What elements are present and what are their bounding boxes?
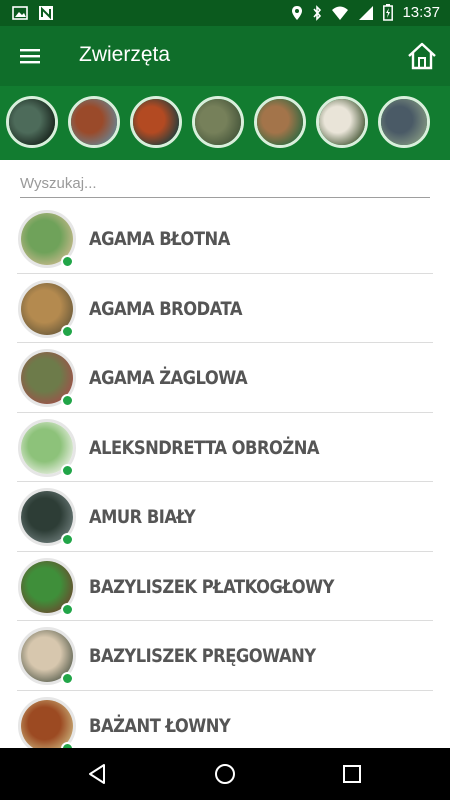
animal-name: BAZYLISZEK PRĘGOWANY [89,645,316,667]
animal-list-item[interactable]: AMUR BIAŁY [17,482,433,552]
system-nav-bar [0,748,450,800]
page-title: Zwierzęta [79,43,171,66]
wifi-icon [332,6,349,20]
featured-animal-7[interactable] [378,96,430,148]
featured-animals-strip [0,86,450,160]
featured-animal-3[interactable] [130,96,182,148]
animal-photo [71,99,117,145]
n-icon [39,6,53,20]
search-bar [20,170,430,198]
animal-list-item[interactable]: BAZYLISZEK PRĘGOWANY [17,621,433,691]
animal-photo [381,99,427,145]
animal-name: AGAMA BŁOTNA [89,228,230,250]
home-icon[interactable] [406,40,438,72]
back-icon[interactable] [86,762,110,786]
animal-name: AGAMA BRODATA [89,297,243,320]
status-dot [61,394,74,407]
image-icon [12,6,28,20]
menu-icon[interactable] [16,44,44,68]
location-icon [292,5,303,20]
search-input[interactable] [20,170,430,196]
animal-list-item[interactable]: AGAMA BRODATA [17,274,433,343]
featured-animal-5[interactable] [254,96,306,148]
animal-photo [133,99,179,145]
signal-icon [359,5,374,20]
status-dot [61,533,74,546]
featured-animal-2[interactable] [68,96,120,148]
animal-photo [195,99,241,145]
featured-animal-6[interactable] [316,96,368,148]
status-bar: 13:37 [0,0,450,26]
animal-name: BAZYLISZEK PŁATKOGŁOWY [89,575,334,598]
status-dot [61,602,74,616]
animal-list-item[interactable]: AGAMA BŁOTNA [17,204,433,274]
status-time: 13:37 [402,4,440,21]
status-dot [61,672,74,685]
recents-icon[interactable] [340,762,364,786]
animal-name: BAŻANT ŁOWNY [89,714,231,737]
animal-name: AMUR BIAŁY [89,506,196,528]
animal-name: ALEKSNDRETTA OBROŻNA [89,436,320,459]
status-dot [61,255,74,268]
app-bar: Zwierzęta [0,26,450,86]
animal-photo [319,99,365,145]
animal-list: AGAMA BŁOTNA AGAMA BRODATA AGAMA ŻAGLOWA AL… [0,204,450,760]
featured-animal-4[interactable] [192,96,244,148]
animal-list-item[interactable]: ALEKSNDRETTA OBROŻNA [17,413,433,482]
status-dot [61,324,74,338]
home-circle-icon[interactable] [213,762,237,786]
battery-icon [383,4,394,21]
featured-animal-1[interactable] [6,96,58,148]
animal-name: AGAMA ŻAGLOWA [89,367,248,389]
animal-photo [257,99,303,145]
animal-list-item[interactable]: BAZYLISZEK PŁATKOGŁOWY [17,552,433,621]
animal-list-item[interactable]: AGAMA ŻAGLOWA [17,343,433,413]
bluetooth-icon [313,4,322,21]
status-dot [61,463,74,477]
animal-photo [9,99,55,145]
